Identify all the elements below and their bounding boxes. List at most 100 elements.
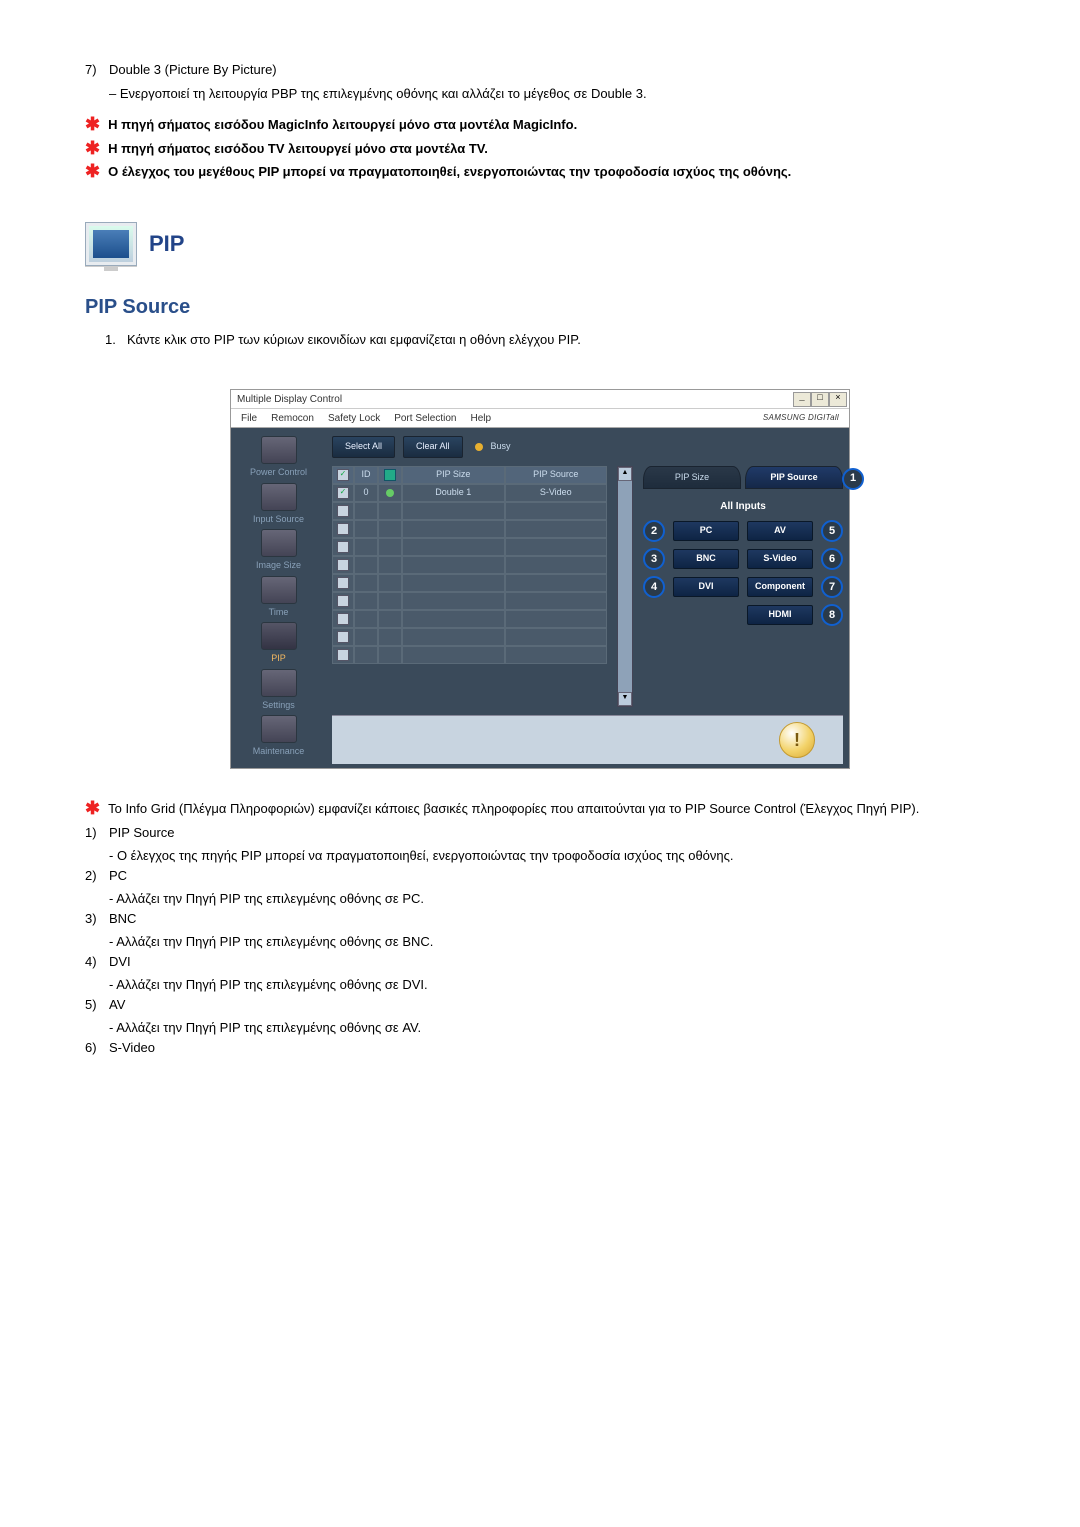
after-item-1: 1) PIP Source xyxy=(85,823,995,843)
wrench-icon xyxy=(261,715,297,743)
menu-file[interactable]: File xyxy=(241,411,257,426)
scrollbar[interactable]: ▲ ▼ xyxy=(617,466,633,708)
sidebar-item-settings[interactable]: Settings xyxy=(239,669,319,713)
callout-6: 6 xyxy=(821,548,843,570)
list-text-7: Double 3 (Picture By Picture) xyxy=(109,60,277,80)
step-1: 1. Κάντε κλικ στο PIP των κύριων εικονιδ… xyxy=(105,330,995,350)
callout-8: 8 xyxy=(821,604,843,626)
step-1-num: 1. xyxy=(105,330,127,350)
after-item-1-desc: - Ο έλεγχος της πηγής PIP μπορεί να πραγ… xyxy=(109,846,995,866)
brand-label: SAMSUNG DIGITall xyxy=(763,412,839,424)
step-1-text: Κάντε κλικ στο PIP των κύριων εικονιδίων… xyxy=(127,330,581,350)
menu-port-selection[interactable]: Port Selection xyxy=(394,411,456,426)
callout-2: 2 xyxy=(643,520,665,542)
info-grid-note-text: Το Info Grid (Πλέγμα Πληροφοριών) εμφανί… xyxy=(108,799,919,819)
callout-4: 4 xyxy=(643,576,665,598)
after-item-4: 4) DVI xyxy=(85,952,995,972)
note-pip-size: ✱ Ο έλεγχος του μεγέθους PIP μπορεί να π… xyxy=(85,162,995,182)
input-component-button[interactable]: Component xyxy=(747,577,813,597)
grid-row-empty xyxy=(332,520,607,538)
input-dvi-button[interactable]: DVI xyxy=(673,577,739,597)
grid-row-empty xyxy=(332,556,607,574)
sidebar-item-image-size[interactable]: Image Size xyxy=(239,529,319,573)
input-pc-button[interactable]: PC xyxy=(673,521,739,541)
info-grid-note: ✱ Το Info Grid (Πλέγμα Πληροφοριών) εμφα… xyxy=(85,799,995,819)
sidebar: Power Control Input Source Image Size Ti… xyxy=(231,428,326,768)
callout-1: 1 xyxy=(842,468,864,490)
col-pip-source[interactable]: PIP Source xyxy=(505,466,608,484)
callout-5: 5 xyxy=(821,520,843,542)
busy-label: Busy xyxy=(491,440,511,454)
status-footer xyxy=(332,715,843,764)
col-checkbox[interactable] xyxy=(332,466,354,484)
section-title: PIP xyxy=(149,227,184,260)
status-dot-icon xyxy=(386,489,394,497)
window-title: Multiple Display Control xyxy=(233,392,342,407)
minimize-button[interactable]: _ xyxy=(793,392,811,407)
all-inputs-label: All Inputs xyxy=(643,499,843,514)
grid-row-empty xyxy=(332,610,607,628)
col-pip-size[interactable]: PIP Size xyxy=(402,466,505,484)
after-item-3-desc: - Αλλάζει την Πηγή PIP της επιλεγμένης ο… xyxy=(109,932,995,952)
input-hdmi-button[interactable]: HDMI xyxy=(747,605,813,625)
menu-remocon[interactable]: Remocon xyxy=(271,411,314,426)
info-grid: ID PIP Size PIP Source 0 Double 1 S-Vide… xyxy=(332,466,607,708)
grid-row-empty xyxy=(332,628,607,646)
star-icon: ✱ xyxy=(85,139,100,157)
list-num-7: 7) xyxy=(85,60,109,80)
grid-row-1[interactable]: 0 Double 1 S-Video xyxy=(332,484,607,502)
note-pip-size-text: Ο έλεγχος του μεγέθους PIP μπορεί να πρα… xyxy=(108,162,791,182)
col-status[interactable] xyxy=(378,466,402,484)
scroll-down-icon[interactable]: ▼ xyxy=(618,692,632,706)
after-item-4-desc: - Αλλάζει την Πηγή PIP της επιλεγμένης ο… xyxy=(109,975,995,995)
sidebar-item-input-source[interactable]: Input Source xyxy=(239,483,319,527)
gear-icon xyxy=(261,669,297,697)
callout-3: 3 xyxy=(643,548,665,570)
scroll-up-icon[interactable]: ▲ xyxy=(618,467,632,481)
titlebar: Multiple Display Control _ □ × xyxy=(231,390,849,409)
after-item-5-desc: - Αλλάζει την Πηγή PIP της επιλεγμένης ο… xyxy=(109,1018,995,1038)
star-icon: ✱ xyxy=(85,162,100,180)
grid-row-empty xyxy=(332,592,607,610)
close-button[interactable]: × xyxy=(829,392,847,407)
plug-icon xyxy=(261,483,297,511)
camera-icon xyxy=(261,529,297,557)
note-magicinfo: ✱ Η πηγή σήματος εισόδου MagicInfo λειτο… xyxy=(85,115,995,135)
menu-safety-lock[interactable]: Safety Lock xyxy=(328,411,380,426)
input-bnc-button[interactable]: BNC xyxy=(673,549,739,569)
after-item-6: 6) S-Video xyxy=(85,1038,995,1058)
col-id[interactable]: ID xyxy=(354,466,378,484)
row-pip-size: Double 1 xyxy=(402,484,505,502)
row-pip-source: S-Video xyxy=(505,484,608,502)
sidebar-item-maintenance[interactable]: Maintenance xyxy=(239,715,319,759)
sidebar-item-pip[interactable]: PIP xyxy=(239,622,319,666)
input-svideo-button[interactable]: S-Video xyxy=(747,549,813,569)
note-magicinfo-text: Η πηγή σήματος εισόδου MagicInfo λειτουρ… xyxy=(108,115,577,135)
warning-icon xyxy=(779,722,815,758)
input-av-button[interactable]: AV xyxy=(747,521,813,541)
note-tv: ✱ Η πηγή σήματος εισόδου TV λειτουργεί μ… xyxy=(85,139,995,159)
menubar: File Remocon Safety Lock Port Selection … xyxy=(231,409,849,428)
star-icon: ✱ xyxy=(85,115,100,133)
row-checkbox[interactable] xyxy=(337,487,349,499)
select-all-button[interactable]: Select All xyxy=(332,436,395,458)
pip-icon xyxy=(261,622,297,650)
monitor-icon xyxy=(85,222,137,266)
menu-help[interactable]: Help xyxy=(470,411,491,426)
list-item-7: 7) Double 3 (Picture By Picture) xyxy=(85,60,995,80)
clock-icon xyxy=(261,576,297,604)
after-item-2-desc: - Αλλάζει την Πηγή PIP της επιλεγμένης ο… xyxy=(109,889,995,909)
tab-pip-size[interactable]: PIP Size xyxy=(643,466,741,490)
after-item-3: 3) BNC xyxy=(85,909,995,929)
maximize-button[interactable]: □ xyxy=(811,392,829,407)
sidebar-item-time[interactable]: Time xyxy=(239,576,319,620)
section-heading-pip: PIP xyxy=(85,222,995,266)
subsection-title: PIP Source xyxy=(85,292,995,322)
sidebar-item-power-control[interactable]: Power Control xyxy=(239,436,319,480)
tab-pip-source[interactable]: PIP Source 1 xyxy=(745,466,843,490)
power-icon xyxy=(261,436,297,464)
star-icon: ✱ xyxy=(85,799,100,817)
list-item-7-sub: – Ενεργοποιεί τη λειτουργία PBP της επιλ… xyxy=(109,84,995,104)
clear-all-button[interactable]: Clear All xyxy=(403,436,463,458)
callout-7: 7 xyxy=(821,576,843,598)
